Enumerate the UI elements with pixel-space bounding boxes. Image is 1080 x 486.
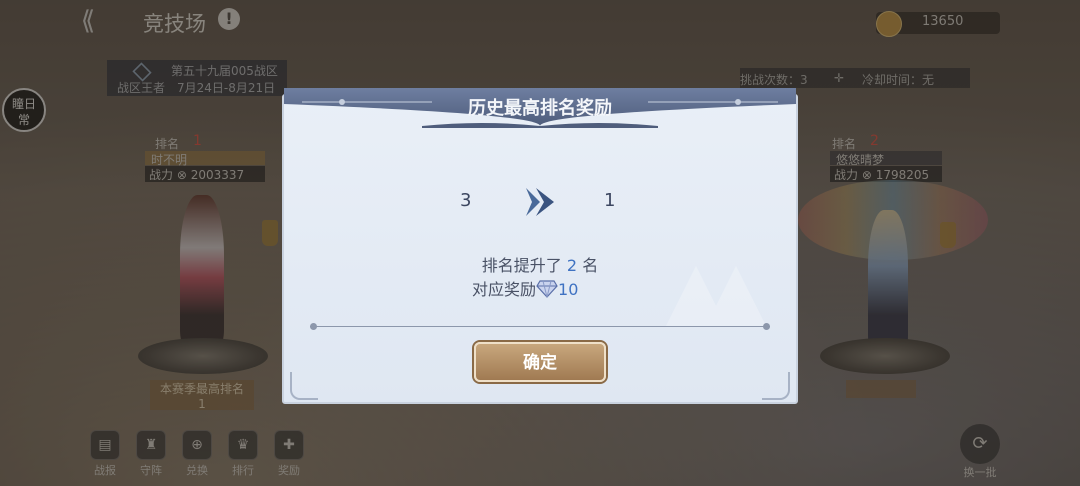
dialog-title: 历史最高排名奖励 — [468, 98, 612, 119]
corner-ornament — [762, 372, 790, 400]
rank-up-arrow-icon — [526, 188, 554, 216]
old-rank: 3 — [460, 190, 472, 211]
confirm-button[interactable]: 确定 — [474, 342, 606, 382]
diamond-icon — [536, 280, 558, 298]
dialog-divider — [310, 323, 770, 330]
reward-value: 10 — [558, 280, 579, 299]
msg-suffix: 名 — [582, 256, 599, 275]
dialog-header: 历史最高排名奖励 — [282, 80, 798, 128]
rank-up-message: 排名提升了 2 名 — [282, 252, 798, 276]
msg-prefix: 排名提升了 — [481, 256, 562, 275]
reward-dialog: 历史最高排名奖励 3 1 排名提升了 2 名 对应奖励 10 确定 — [282, 80, 798, 404]
reward-message: 对应奖励 10 — [472, 276, 578, 300]
new-rank: 1 — [604, 190, 616, 211]
reward-prefix: 对应奖励 — [472, 280, 537, 299]
rank-delta: 2 — [566, 256, 578, 275]
corner-ornament — [290, 372, 318, 400]
rank-change: 3 1 — [282, 184, 798, 216]
